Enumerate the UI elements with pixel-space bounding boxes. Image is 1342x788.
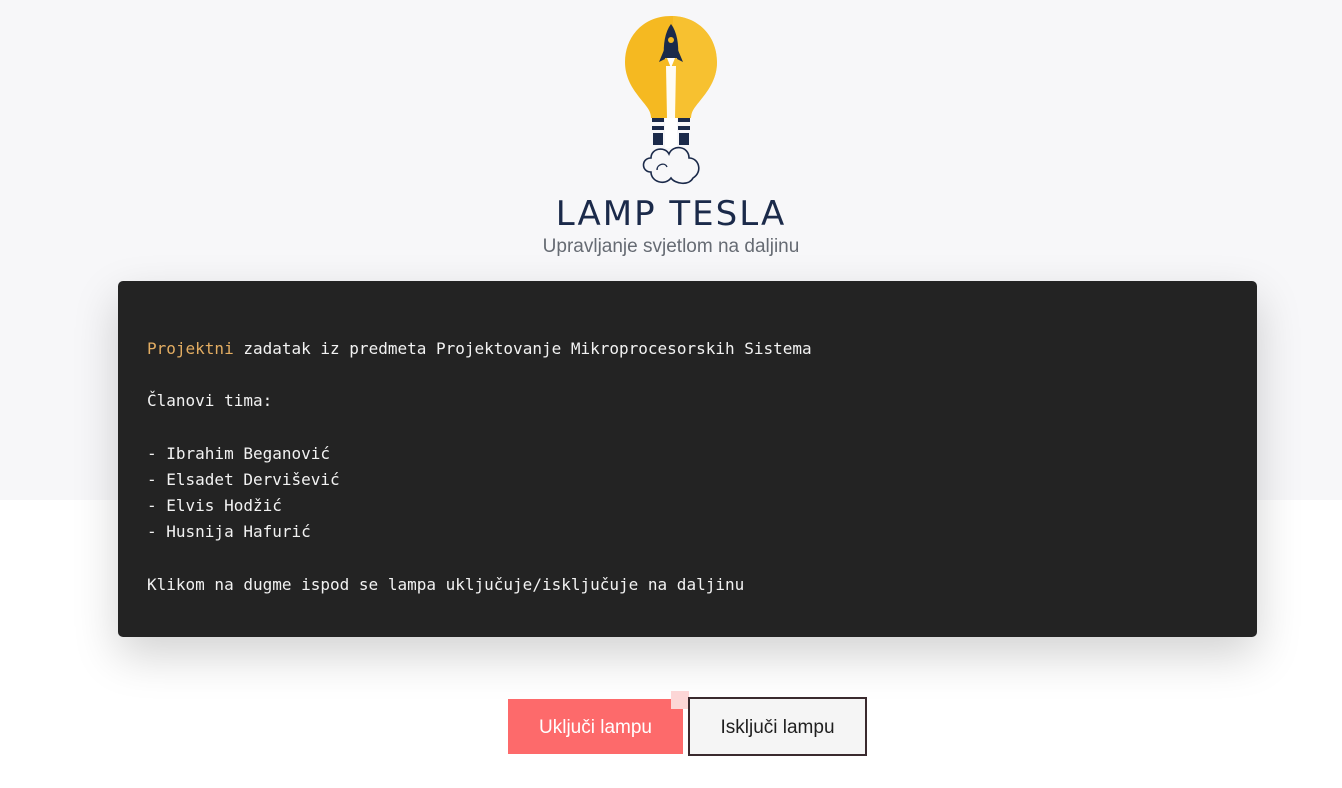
team-member: - Ibrahim Beganović (147, 443, 331, 463)
project-description: zadatak iz predmeta Projektovanje Mikrop… (233, 339, 812, 358)
project-info-panel: Projektni zadatak iz predmeta Projektova… (118, 281, 1257, 637)
team-member: - Elsadet Dervišević (147, 469, 340, 489)
turn-on-lamp-button[interactable]: Uključi lampu (508, 699, 683, 754)
turn-off-lamp-button[interactable]: Isključi lampu (688, 697, 867, 756)
app-subtitle: Upravljanje svjetlom na daljinu (542, 236, 800, 257)
button-corner-accent (671, 691, 689, 709)
logo (0, 12, 1342, 190)
instruction-text: Klikom na dugme ispod se lampa uključuje… (147, 574, 745, 594)
project-description-line: Projektni zadatak iz predmeta Projektova… (147, 336, 1228, 362)
project-keyword: Projektni (147, 339, 234, 358)
team-member: - Elvis Hodžić (147, 496, 282, 516)
lightbulb-rocket-icon (625, 16, 717, 185)
app-title: LAMP TESLA (555, 194, 787, 234)
team-heading: Članovi tima: (147, 391, 273, 411)
team-member: - Husnija Hafurić (147, 522, 311, 542)
